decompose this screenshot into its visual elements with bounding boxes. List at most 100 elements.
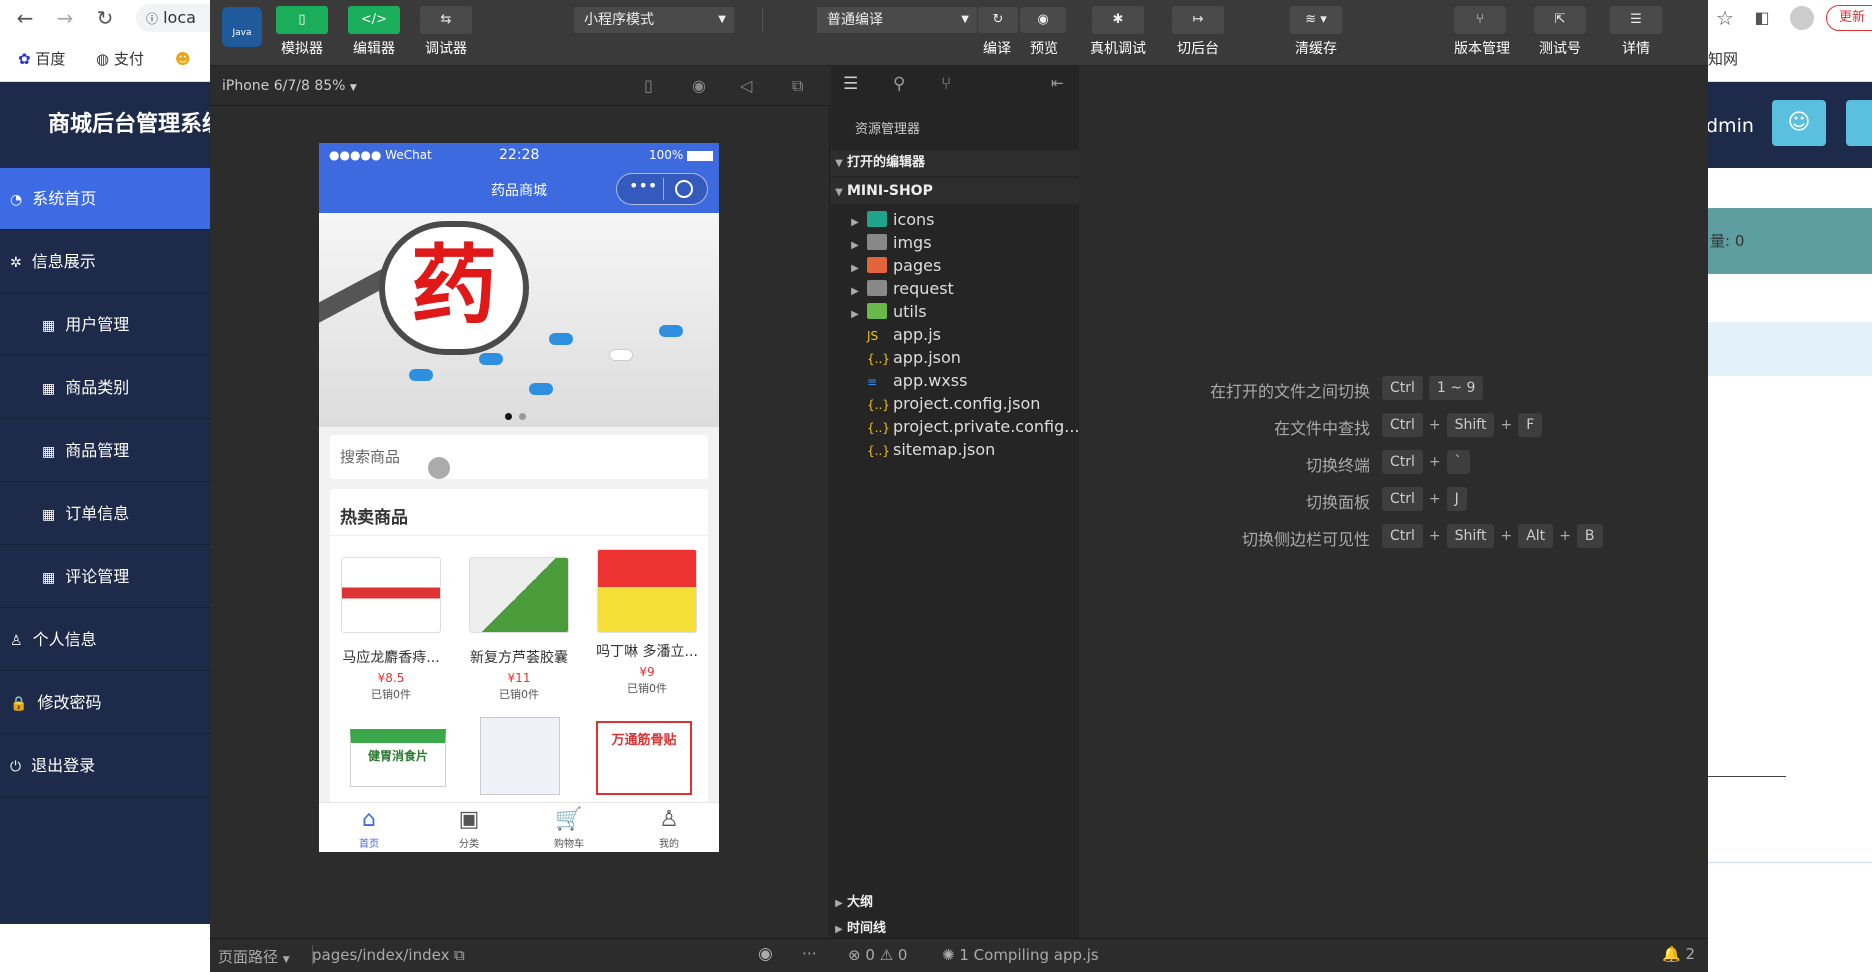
search-icon[interactable]: ⚲ [893,74,905,94]
branch-icon[interactable]: ⑂ [941,74,951,94]
test-no-button[interactable]: ⇱ [1534,6,1586,34]
update-button[interactable]: 更新 [1826,5,1872,31]
simulator-button[interactable]: ▯ [276,6,328,34]
product-card[interactable]: 吗丁啉 多潘立... ¥9 已销0件 [589,549,705,696]
device-select[interactable]: iPhone 6/7/8 85% ▼ [222,66,357,108]
chevron-down-icon: ▼ [961,14,969,25]
bookmark-emoji[interactable]: ☻ [175,36,191,82]
product-card[interactable]: 新复方芦荟胶囊 ¥11 已销0件 [461,557,577,702]
banner-text: 药 [411,236,497,336]
carousel-dot-active[interactable] [505,413,512,420]
debug-icon: ⇆ [440,12,452,27]
sidebar-item-label: 信息展示 [31,252,96,271]
sidebar-item[interactable]: ▦ 商品类别 [0,357,210,419]
sidebar-item[interactable]: ▦ 评论管理 [0,546,210,608]
version-button[interactable]: ⑂ [1454,6,1506,34]
remote-debug-button[interactable]: ✱ [1092,6,1144,34]
user-avatar-button[interactable]: ☺ [1772,100,1826,146]
sidebar-item[interactable]: ▦ 订单信息 [0,483,210,545]
copy-icon[interactable]: ⧉ [454,946,465,964]
folder-label: imgs [893,233,932,252]
collapse-icon[interactable]: ⇤ [1051,74,1064,92]
product-sold: 已销0件 [371,688,411,701]
tab-label: 购物车 [554,839,584,850]
profile-avatar[interactable] [1790,6,1814,30]
reload-icon[interactable]: ↻ [88,0,122,36]
product-name: 马应龙麝香痔... [342,650,440,666]
sidebar-item[interactable]: ✲ 信息展示 [0,231,210,293]
product-image[interactable] [480,717,560,795]
product-image [341,557,441,633]
address-bar[interactable]: ⓘ loca [136,4,216,32]
sidebar-item[interactable]: 🔒 修改密码 [0,672,210,734]
debugger-label: 调试器 [425,41,467,57]
eye-icon[interactable]: ◉ [758,944,773,964]
folder-icon [867,303,887,319]
star-icon[interactable]: ☆ [1708,0,1742,36]
shortcut-desc: 切换终端 [1305,456,1370,475]
sidebar-item[interactable]: ♙ 个人信息 [0,609,210,671]
tab-1[interactable]: ▣ 分类 [419,803,519,852]
popout-icon[interactable]: ⧉ [792,66,803,106]
product-image[interactable]: 健胃消食片 [350,729,446,787]
problems-indicator[interactable]: ⊗ 0 ⚠ 0 [848,946,907,964]
info-icon: ⓘ [146,12,159,26]
product-image[interactable]: 万通筋骨贴 [596,721,692,795]
close-mini-icon[interactable] [675,180,693,198]
notifications[interactable]: 🔔 2 [1662,945,1695,963]
tab-0[interactable]: ⌂ 首页 [319,803,419,852]
tab-3[interactable]: ♙ 我的 [619,803,719,852]
more-icon[interactable]: ⋯ [802,944,817,962]
page-path-select[interactable]: 页面路径 ▼ [218,946,290,967]
preview-button[interactable]: ◉ [1020,7,1066,33]
outline-section[interactable]: ▶ 大纲 [831,890,1079,916]
sidebar-item[interactable]: ▦ 用户管理 [0,294,210,356]
shortcut-desc: 切换侧边栏可见性 [1241,530,1370,549]
menu-icon: ☰ [1630,12,1642,27]
project-section[interactable]: ▼ MINI-SHOP [831,178,1079,204]
forward-icon[interactable]: → [48,0,82,36]
details-button[interactable]: ☰ [1610,6,1662,34]
product-card[interactable]: 马应龙麝香痔... ¥8.5 已销0件 [333,557,449,702]
back-icon[interactable]: ← [8,0,42,36]
more-icon[interactable]: ••• [629,176,657,195]
bookmark-baidu[interactable]: ✿ 百度 [18,36,65,82]
open-editors-section[interactable]: ▼ 打开的编辑器 [831,150,1079,176]
debugger-button[interactable]: ⇆ [420,6,472,34]
logout-button[interactable] [1846,100,1872,146]
phone-icon[interactable]: ▯ [644,66,653,106]
java-logo-icon[interactable]: Java [222,7,262,47]
clear-cache-button[interactable]: ≋ ▾ [1290,6,1342,34]
tab-bar: ⌂ 首页 ▣ 分类 🛒 购物车 ♙ 我的 [319,802,719,852]
list-icon[interactable]: ☰ [843,74,858,94]
editor-button[interactable]: </> [348,6,400,34]
compile-mode-select[interactable]: 普通编译 ▼ [817,7,977,33]
product-name: 新复方芦荟胶囊 [470,650,568,666]
background-button[interactable]: ↦ [1172,6,1224,34]
carousel-dot[interactable] [519,413,526,420]
volume-icon[interactable]: ◁ [740,66,752,106]
record-icon[interactable]: ◉ [692,66,706,106]
tab-2[interactable]: 🛒 购物车 [519,803,619,852]
sidebar-item[interactable]: ⏻ 退出登录 [0,735,210,797]
user-icon: ♙ [659,807,679,832]
sidepanel-icon[interactable]: ◧ [1745,0,1779,36]
code-icon: </> [360,12,388,27]
banner-carousel[interactable]: 药 [319,213,719,427]
key-cap: Ctrl [1382,524,1423,548]
test-no-label: 测试号 [1539,41,1581,57]
file-explorer: ☰ ⚲ ⑂ ⇤ 资源管理器 ▼ 打开的编辑器 ▼ MINI-SHOP ▶ icons ▶… [831,66,1079,942]
mode-select[interactable]: 小程序模式 ▼ [574,7,734,33]
sidebar-item[interactable]: ◔ 系统首页 [0,168,210,230]
file-item[interactable]: {..} sitemap.json [831,436,1079,463]
compile-button[interactable]: ↻ [978,7,1018,33]
sidebar-item[interactable]: ▦ 商品管理 [0,420,210,482]
bookmark-cnki[interactable]: 知网 [1708,36,1738,82]
bookmark-pay[interactable]: ◍ 支付 [96,36,144,82]
sidebar-item-label: 商品类别 [65,378,130,397]
menu-capsule[interactable]: ••• [616,173,708,205]
product-sold: 已销0件 [499,688,539,701]
search-input[interactable]: 搜索商品 [330,435,708,479]
chevron-down-icon: ▼ [282,955,290,965]
magnifier-icon: 药 [379,221,529,355]
